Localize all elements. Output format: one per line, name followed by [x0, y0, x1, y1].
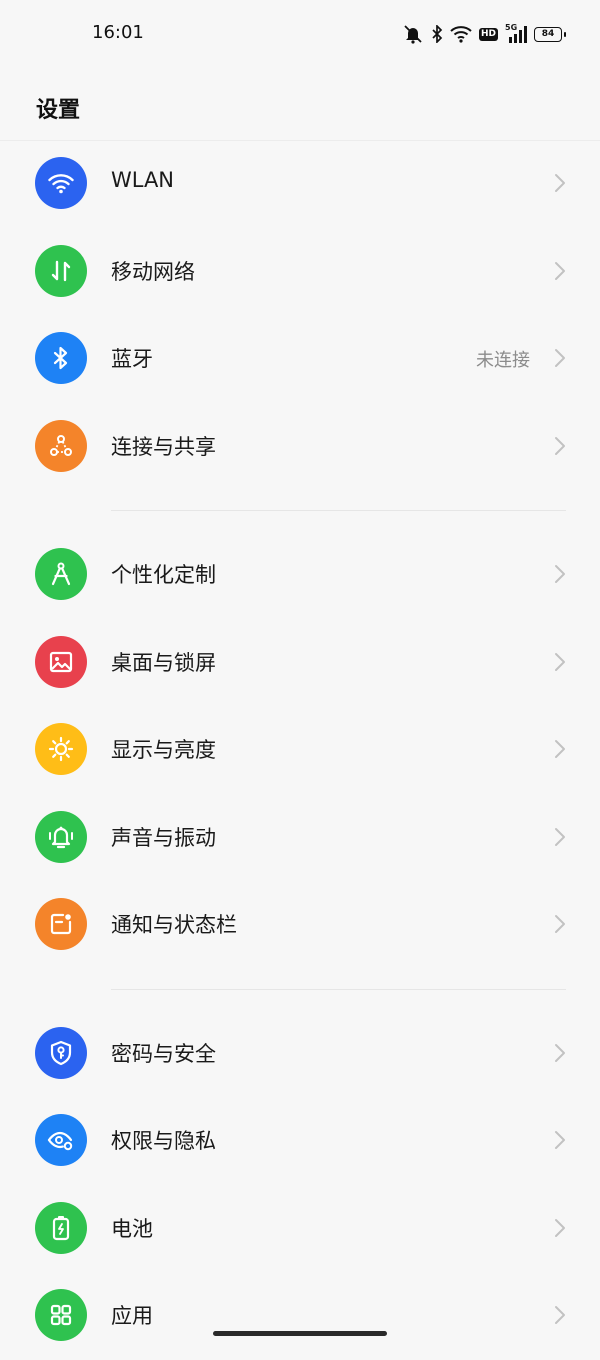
battery-icon — [35, 1201, 87, 1254]
notification-icon — [35, 898, 87, 950]
wifi-icon — [450, 25, 472, 43]
chevron-right-icon — [554, 827, 566, 851]
settings-item-label: 通知与状态栏 — [111, 913, 237, 937]
status-time: 16:01 — [92, 22, 144, 43]
chevron-right-icon — [554, 436, 566, 460]
settings-item-label: 应用 — [111, 1304, 153, 1328]
chevron-right-icon — [554, 348, 566, 372]
settings-item-sound-vibration[interactable]: 声音与振动 — [0, 794, 600, 882]
divider-line — [111, 988, 566, 990]
wallpaper-icon — [35, 635, 87, 688]
settings-item-label: 密码与安全 — [111, 1041, 216, 1066]
settings-list: WLAN 移动网络 蓝牙 未连接 连接与共享 个性化定制 桌面与锁屏 显示与亮度… — [0, 140, 600, 1360]
settings-item-display-brightness[interactable]: 显示与亮度 — [0, 706, 600, 794]
settings-item-wlan[interactable]: WLAN — [0, 140, 600, 228]
bluetooth-icon — [35, 332, 87, 384]
signal-5g-icon: 5G — [505, 23, 527, 43]
settings-item-home-lockscreen[interactable]: 桌面与锁屏 — [0, 619, 600, 707]
chevron-right-icon — [554, 564, 566, 588]
settings-item-connection-sharing[interactable]: 连接与共享 — [0, 403, 600, 491]
share-icon — [35, 419, 87, 472]
settings-item-apps[interactable]: 应用 — [0, 1272, 600, 1360]
page-title: 设置 — [36, 98, 81, 123]
page-header: 设置 — [0, 68, 600, 141]
chevron-right-icon — [554, 173, 566, 197]
settings-item-label: 显示与亮度 — [111, 738, 216, 762]
home-indicator[interactable] — [213, 1331, 387, 1336]
chevron-right-icon — [554, 1043, 566, 1067]
chevron-right-icon — [554, 914, 566, 938]
chevron-right-icon — [554, 1130, 566, 1154]
section-divider — [0, 969, 600, 1010]
settings-item-notifications-statusbar[interactable]: 通知与状态栏 — [0, 881, 600, 969]
apps-icon — [35, 1289, 87, 1341]
chevron-right-icon — [554, 261, 566, 285]
mute-icon — [402, 24, 424, 44]
chevron-right-icon — [554, 739, 566, 763]
status-bar: 16:01 HD 5G 84 — [0, 0, 600, 68]
privacy-eye-icon — [35, 1114, 87, 1166]
settings-item-label: WLAN — [111, 168, 175, 192]
brightness-icon — [35, 723, 87, 775]
bell-vibrate-icon — [35, 810, 87, 863]
settings-item-label: 桌面与锁屏 — [111, 650, 216, 675]
settings-item-label: 连接与共享 — [111, 434, 216, 459]
settings-item-label: 电池 — [111, 1216, 153, 1241]
hd-icon: HD — [478, 27, 498, 41]
divider-line — [111, 510, 566, 511]
bluetooth-status: 未连接 — [476, 350, 530, 371]
settings-item-permissions-privacy[interactable]: 权限与隐私 — [0, 1097, 600, 1185]
settings-item-label: 蓝牙 — [111, 347, 153, 371]
mobile-data-icon — [35, 244, 87, 297]
settings-item-label: 权限与隐私 — [111, 1129, 216, 1153]
chevron-right-icon — [554, 1218, 566, 1242]
settings-item-label: 个性化定制 — [111, 563, 216, 587]
bluetooth-icon — [431, 25, 443, 43]
settings-item-label: 移动网络 — [111, 259, 195, 284]
battery-icon: 84 — [534, 26, 566, 42]
settings-item-battery[interactable]: 电池 — [0, 1185, 600, 1273]
chevron-right-icon — [554, 652, 566, 676]
section-divider — [0, 490, 600, 531]
settings-item-personalization[interactable]: 个性化定制 — [0, 531, 600, 619]
chevron-right-icon — [554, 1305, 566, 1329]
wifi-icon — [35, 157, 87, 209]
compass-icon — [35, 548, 87, 600]
settings-item-mobile-network[interactable]: 移动网络 — [0, 228, 600, 316]
settings-item-password-security[interactable]: 密码与安全 — [0, 1010, 600, 1098]
status-icons: HD 5G 84 — [402, 22, 566, 46]
settings-item-bluetooth[interactable]: 蓝牙 未连接 — [0, 315, 600, 403]
settings-item-label: 声音与振动 — [111, 825, 216, 850]
shield-key-icon — [35, 1026, 87, 1079]
